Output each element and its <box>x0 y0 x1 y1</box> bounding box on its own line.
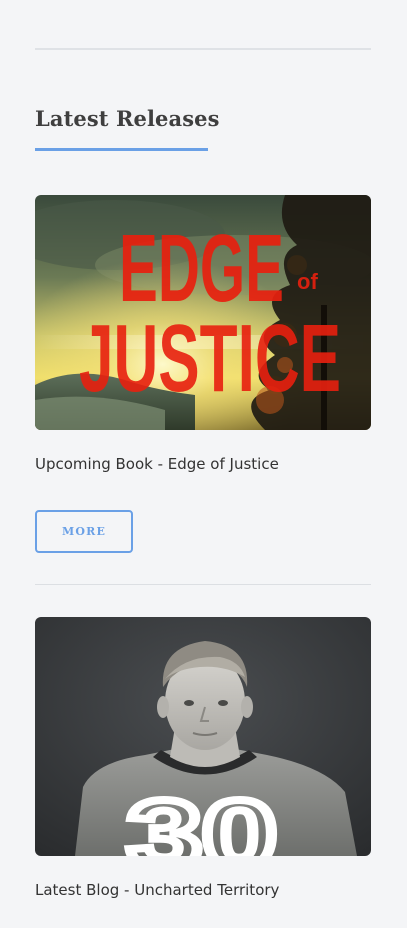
cover-title-of: of <box>297 269 318 294</box>
section-title-underline <box>35 148 208 151</box>
blog-photo-image[interactable]: 30 <box>35 617 371 856</box>
section-title: Latest Releases <box>35 106 220 131</box>
card-divider <box>35 584 371 585</box>
more-button[interactable]: MORE <box>35 510 133 553</box>
book-cover-image[interactable]: EDGE of JUSTICE <box>35 195 371 430</box>
top-divider <box>35 48 371 50</box>
card-caption-book[interactable]: Upcoming Book - Edge of Justice <box>35 455 279 473</box>
latest-releases-section: Latest Releases EDGE of JUSTICE Upcoming… <box>0 0 407 928</box>
cover-title-justice: JUSTICE <box>79 305 341 412</box>
jersey-number: 30 <box>127 781 277 856</box>
card-caption-blog[interactable]: Latest Blog - Uncharted Territory <box>35 881 279 899</box>
